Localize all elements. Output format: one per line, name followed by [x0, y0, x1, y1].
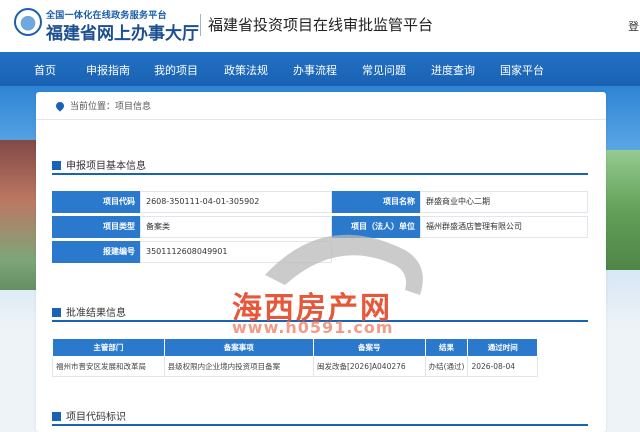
- table-cell: 2026-08-04: [467, 356, 538, 377]
- column-header: 主管部门: [52, 338, 165, 357]
- column-header: 备案号: [312, 338, 426, 357]
- breadcrumb: 当前位置：项目信息: [54, 99, 152, 112]
- nav-item-process[interactable]: 办事流程: [293, 62, 337, 78]
- table-row: 福州市晋安区发展和改革局 县级权限内企业境内投资项目备案 闽发改备[2026]A…: [52, 356, 538, 377]
- location-pin-icon: [54, 100, 66, 112]
- field-value: 2608-350111-04-01-305902: [140, 191, 332, 213]
- nav-item-guide[interactable]: 申报指南: [86, 62, 130, 78]
- column-header: 通过时间: [467, 338, 538, 357]
- table-cell: 县级权限内企业境内投资项目备案: [163, 356, 314, 377]
- background-tree-image: [606, 150, 640, 270]
- nav-item-my-projects[interactable]: 我的项目: [154, 62, 198, 78]
- brand-title[interactable]: 福建省网上办事大厅: [46, 19, 199, 44]
- section-title-code-text: 项目代码标识: [66, 412, 126, 423]
- field-label: 项目名称: [332, 191, 420, 213]
- background-building-image: [0, 140, 36, 290]
- header-divider: [200, 14, 201, 36]
- field-label: 报建编号: [52, 241, 140, 263]
- field-label: 项目代码: [52, 191, 140, 213]
- field-project-code: 项目代码 2608-350111-04-01-305902: [52, 191, 332, 213]
- section-underline: [52, 424, 588, 426]
- field-value: 群盛商业中心二期: [420, 191, 588, 213]
- section-square-icon: [52, 308, 61, 317]
- section-title-result-text: 批准结果信息: [66, 308, 126, 319]
- nav-item-progress[interactable]: 进度查询: [431, 62, 475, 78]
- field-project-name: 项目名称 群盛商业中心二期: [332, 191, 588, 213]
- table-cell: 办结(通过): [424, 356, 469, 377]
- watermark-url: www.h0591.com: [232, 318, 394, 337]
- column-header: 结果: [424, 338, 469, 357]
- site-header: 全国一体化在线政务服务平台 福建省网上办事大厅 福建省投资项目在线审批监管平台 …: [0, 0, 640, 52]
- nav-item-national[interactable]: 国家平台: [500, 62, 544, 78]
- section-square-icon: [52, 412, 61, 421]
- government-emblem-icon[interactable]: [14, 8, 42, 36]
- field-value: 福州群盛酒店管理有限公司: [420, 216, 588, 238]
- breadcrumb-divider: [36, 119, 606, 120]
- breadcrumb-text: 当前位置：项目信息: [70, 102, 152, 112]
- approval-result-table: 主管部门 备案事项 备案号 结果 通过时间 福州市晋安区发展和改革局 县级权限内…: [52, 338, 538, 377]
- platform-title: 福建省投资项目在线审批监管平台: [208, 16, 434, 34]
- main-nav: 首页 申报指南 我的项目 政策法规 办事流程 常见问题 进度查询 国家平台: [0, 52, 640, 86]
- section-title-basic: 申报项目基本信息: [52, 157, 146, 172]
- section-title-code: 项目代码标识: [52, 408, 126, 423]
- column-header: 备案事项: [163, 338, 314, 357]
- section-title-basic-text: 申报项目基本信息: [66, 161, 146, 172]
- section-square-icon: [52, 161, 61, 170]
- section-underline: [52, 173, 588, 175]
- section-title-result: 批准结果信息: [52, 304, 126, 319]
- table-cell: 福州市晋安区发展和改革局: [52, 356, 165, 377]
- nav-item-faq[interactable]: 常见问题: [362, 62, 406, 78]
- nav-item-home[interactable]: 首页: [34, 62, 56, 78]
- login-link[interactable]: 登: [628, 18, 639, 34]
- nav-item-policy[interactable]: 政策法规: [224, 62, 268, 78]
- table-cell: 闽发改备[2026]A040276: [312, 356, 426, 377]
- field-label: 项目类型: [52, 216, 140, 238]
